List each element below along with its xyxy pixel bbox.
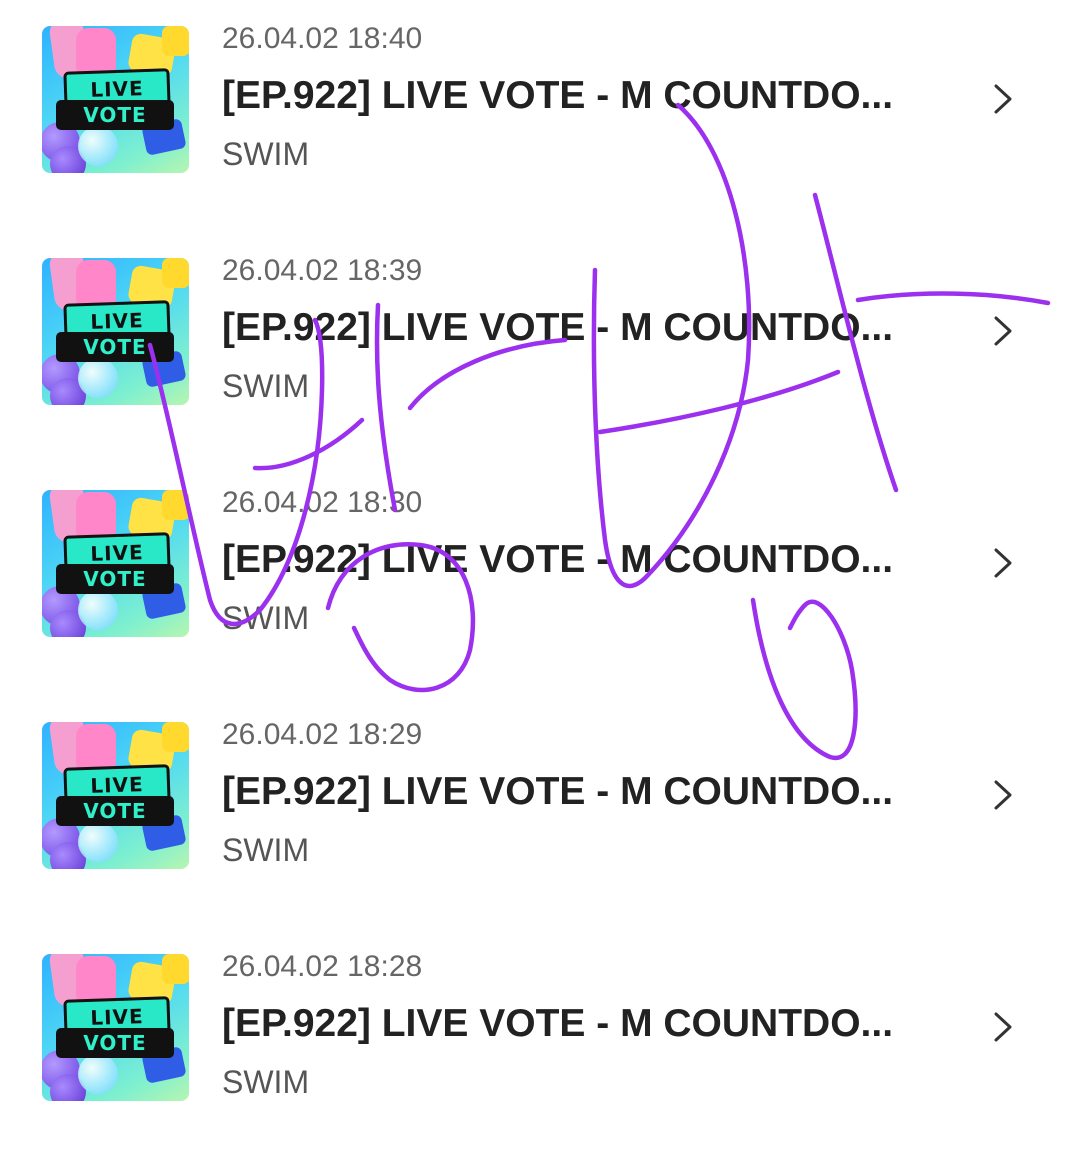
list-item[interactable]: LIVE VOTE 26.04.02 18:30 [EP.922] LIVE V… [0,464,1079,696]
item-timestamp: 26.04.02 18:40 [222,22,423,55]
list-item[interactable]: LIVE VOTE 26.04.02 18:29 [EP.922] LIVE V… [0,696,1079,928]
item-artist: SWIM [222,368,310,404]
item-title: [EP.922] LIVE VOTE - M COUNTDO... [222,770,894,813]
item-title: [EP.922] LIVE VOTE - M COUNTDO... [222,538,894,581]
list-item[interactable]: LIVE VOTE 26.04.02 18:40 [EP.922] LIVE V… [0,0,1079,232]
item-timestamp: 26.04.02 18:30 [222,486,423,519]
thumbnail-vote-label: VOTE [56,332,174,362]
thumbnail-vote-label: VOTE [56,100,174,130]
list-item[interactable]: LIVE VOTE 26.04.02 18:39 [EP.922] LIVE V… [0,232,1079,464]
thumbnail-vote-label: VOTE [56,564,174,594]
chevron-right-icon[interactable] [990,84,1016,114]
episode-thumbnail: LIVE VOTE [42,722,189,869]
item-timestamp: 26.04.02 18:39 [222,254,423,287]
item-artist: SWIM [222,1064,310,1100]
episode-thumbnail: LIVE VOTE [42,258,189,405]
list-item[interactable]: LIVE VOTE 26.04.02 18:28 [EP.922] LIVE V… [0,928,1079,1160]
item-title: [EP.922] LIVE VOTE - M COUNTDO... [222,306,894,349]
episode-thumbnail: LIVE VOTE [42,490,189,637]
chevron-right-icon[interactable] [990,548,1016,578]
thumbnail-vote-label: VOTE [56,1028,174,1058]
item-title: [EP.922] LIVE VOTE - M COUNTDO... [222,74,894,117]
item-title: [EP.922] LIVE VOTE - M COUNTDO... [222,1002,894,1045]
chevron-right-icon[interactable] [990,780,1016,810]
episode-thumbnail: LIVE VOTE [42,954,189,1101]
item-artist: SWIM [222,136,310,172]
item-timestamp: 26.04.02 18:29 [222,718,423,751]
item-artist: SWIM [222,832,310,868]
chevron-right-icon[interactable] [990,316,1016,346]
chevron-right-icon[interactable] [990,1012,1016,1042]
item-timestamp: 26.04.02 18:28 [222,950,423,983]
item-artist: SWIM [222,600,310,636]
thumbnail-vote-label: VOTE [56,796,174,826]
episode-thumbnail: LIVE VOTE [42,26,189,173]
